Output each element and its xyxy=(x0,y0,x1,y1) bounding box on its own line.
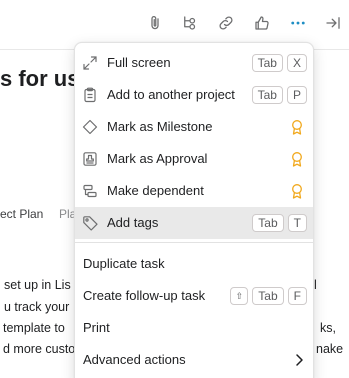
menu-item-mark-approval[interactable]: Mark as Approval xyxy=(75,143,313,175)
add-subtask-button[interactable] xyxy=(178,13,202,37)
chevron-right-icon xyxy=(291,352,307,368)
shortcut-key: Tab xyxy=(251,86,283,104)
keyboard-shortcut: Tab X xyxy=(251,54,307,72)
menu-item-print[interactable]: Print xyxy=(75,312,313,344)
menu-item-mark-milestone[interactable]: Mark as Milestone xyxy=(75,111,313,143)
shortcut-key: Tab xyxy=(252,287,284,305)
close-details-button[interactable] xyxy=(321,13,345,37)
shift-key: ⇧ xyxy=(230,287,249,305)
menu-item-add-to-project[interactable]: Add to another project Tab P xyxy=(75,79,313,111)
premium-award-icon xyxy=(289,119,305,135)
paperclip-icon xyxy=(146,14,164,37)
thumbs-up-icon xyxy=(253,14,271,37)
keyboard-shortcut: ⇧ Tab F xyxy=(230,287,307,305)
description-fragment: l xyxy=(314,278,317,292)
dependency-icon xyxy=(82,183,98,199)
approval-stamp-icon xyxy=(82,151,98,167)
menu-item-label: Mark as Milestone xyxy=(107,119,213,134)
shortcut-key: P xyxy=(286,86,307,104)
like-button[interactable] xyxy=(250,13,274,37)
shortcut-key: F xyxy=(287,287,307,305)
menu-item-label: Full screen xyxy=(107,55,171,70)
menu-item-full-screen[interactable]: Full screen Tab X xyxy=(75,47,313,79)
menu-divider xyxy=(75,242,313,243)
close-pane-icon xyxy=(324,14,342,37)
description-line: u track your xyxy=(4,300,70,314)
subtask-icon xyxy=(181,14,199,37)
menu-item-add-tags[interactable]: Add tags Tab T xyxy=(75,207,313,239)
attach-button[interactable] xyxy=(143,13,167,37)
link-icon xyxy=(217,14,235,37)
more-icon xyxy=(289,14,307,37)
expand-icon xyxy=(82,55,98,71)
task-actions-menu: Full screen Tab X Add to another project… xyxy=(74,42,314,378)
menu-item-duplicate-task[interactable]: Duplicate task xyxy=(75,248,313,280)
menu-item-label: Make dependent xyxy=(107,183,204,198)
menu-item-label: Mark as Approval xyxy=(107,151,208,166)
shortcut-key: T xyxy=(287,214,307,232)
shortcut-key: X xyxy=(286,54,307,72)
menu-item-label: Print xyxy=(83,320,110,335)
description-line: template to xyxy=(3,321,65,335)
menu-item-advanced-actions[interactable]: Advanced actions xyxy=(75,344,313,376)
description-fragment: ks, xyxy=(320,321,336,335)
shortcut-key: Tab xyxy=(251,54,283,72)
tag-icon xyxy=(82,215,98,231)
menu-item-make-dependent[interactable]: Make dependent xyxy=(75,175,313,207)
menu-item-label: Duplicate task xyxy=(83,256,165,271)
more-actions-button[interactable] xyxy=(286,13,310,37)
keyboard-shortcut: Tab T xyxy=(252,214,307,232)
menu-item-label: Advanced actions xyxy=(83,352,186,367)
description-fragment: nake xyxy=(316,342,344,356)
menu-item-label: Add tags xyxy=(107,215,159,230)
description-line: d more custo xyxy=(3,342,76,356)
keyboard-shortcut: Tab P xyxy=(251,86,307,104)
task-title[interactable]: s for us xyxy=(0,66,79,92)
description-line: set up in Lis xyxy=(4,278,71,292)
project-tab[interactable]: ect Plan xyxy=(0,207,43,221)
premium-award-icon xyxy=(289,183,305,199)
clipboard-icon xyxy=(82,87,98,103)
copy-link-button[interactable] xyxy=(214,13,238,37)
menu-item-label: Add to another project xyxy=(107,87,235,102)
premium-award-icon xyxy=(289,151,305,167)
menu-item-label: Create follow-up task xyxy=(83,288,206,303)
diamond-icon xyxy=(82,119,98,135)
menu-item-create-follow-up[interactable]: Create follow-up task ⇧ Tab F xyxy=(75,280,313,312)
shortcut-key: Tab xyxy=(252,214,284,232)
